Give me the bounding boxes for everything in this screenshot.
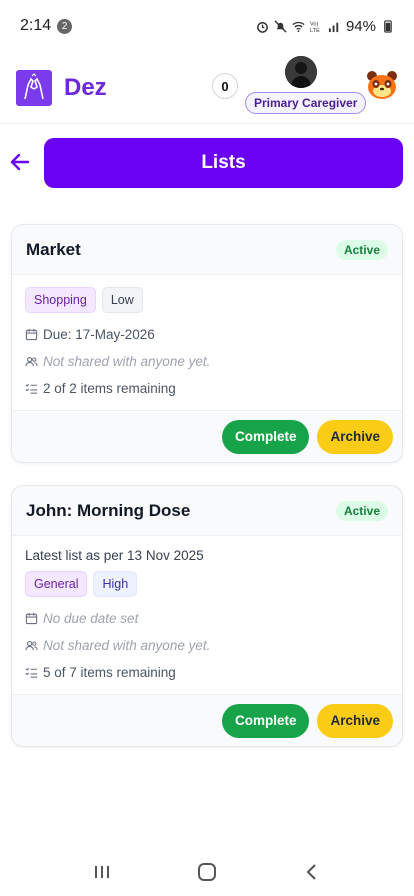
battery-level: 94% bbox=[345, 17, 376, 35]
card-header: John: Morning Dose Active bbox=[12, 486, 402, 536]
list-card-john-morning-dose[interactable]: John: Morning Dose Active Latest list as… bbox=[11, 485, 403, 747]
users-icon bbox=[25, 641, 38, 651]
due-date-row: Due: 17-May-2026 bbox=[25, 321, 389, 348]
card-subtitle: Latest list as per 13 Nov 2025 bbox=[25, 548, 204, 563]
complete-button[interactable]: Complete bbox=[221, 419, 310, 454]
sharing-status: Not shared with anyone yet. bbox=[43, 354, 211, 369]
due-date: Due: 17-May-2026 bbox=[43, 327, 155, 342]
priority-tag: Low bbox=[101, 287, 143, 313]
list-card-market[interactable]: Market Active Shopping Low Due: 17-May-2… bbox=[11, 224, 403, 463]
status-badge: Active bbox=[335, 500, 388, 521]
card-title: John: Morning Dose bbox=[26, 500, 191, 520]
status-bar: 2:14 2 Vo) LTE 94% bbox=[0, 0, 414, 52]
card-actions: Complete Archive bbox=[12, 694, 402, 746]
tag-list: Shopping Low bbox=[25, 287, 389, 313]
volte-icon: Vo)LTE bbox=[310, 21, 320, 33]
category-tag: General bbox=[25, 571, 88, 597]
svg-text:LTE: LTE bbox=[310, 28, 320, 33]
user-avatar[interactable] bbox=[285, 56, 317, 88]
items-remaining: 5 of 7 items remaining bbox=[43, 665, 176, 680]
archive-button[interactable]: Archive bbox=[317, 419, 393, 454]
users-icon bbox=[25, 357, 38, 367]
checklist-icon bbox=[25, 667, 38, 678]
app-name: Dez bbox=[64, 73, 107, 101]
sharing-row: Not shared with anyone yet. bbox=[25, 348, 389, 375]
sharing-status: Not shared with anyone yet. bbox=[43, 638, 211, 653]
card-title: Market bbox=[26, 239, 81, 259]
card-body: Latest list as per 13 Nov 2025 General H… bbox=[12, 536, 402, 686]
calendar-icon bbox=[25, 328, 38, 341]
card-actions: Complete Archive bbox=[12, 410, 402, 462]
app-logo[interactable] bbox=[16, 69, 52, 106]
notification-count: 2 bbox=[57, 18, 73, 34]
card-body: Shopping Low Due: 17-May-2026 Not shared… bbox=[12, 275, 402, 402]
alarm-icon bbox=[257, 21, 268, 33]
app-header: Dez 0 Primary Caregiver bbox=[0, 52, 414, 124]
checklist-icon bbox=[25, 383, 38, 394]
card-header: Market Active bbox=[12, 225, 402, 275]
avatar-photo bbox=[285, 56, 317, 88]
role-badge[interactable]: Primary Caregiver bbox=[245, 92, 367, 114]
mute-icon bbox=[274, 19, 287, 33]
category-tag: Shopping bbox=[25, 287, 96, 313]
signal-icon bbox=[328, 22, 339, 32]
system-nav-bar bbox=[0, 848, 414, 896]
page-title: Lists bbox=[44, 138, 403, 188]
priority-tag: High bbox=[93, 571, 138, 597]
wifi-icon bbox=[292, 21, 305, 32]
status-badge: Active bbox=[335, 239, 388, 260]
svg-text:Vo): Vo) bbox=[310, 21, 318, 27]
archive-button[interactable]: Archive bbox=[317, 703, 393, 738]
status-time: 2:14 bbox=[20, 17, 52, 34]
status-icons: Vo) LTE 94% bbox=[256, 18, 394, 35]
notification-badge[interactable]: 0 bbox=[212, 73, 238, 99]
calendar-icon bbox=[25, 612, 38, 625]
back-arrow-icon[interactable] bbox=[8, 150, 32, 174]
high-five-icon bbox=[24, 72, 44, 99]
title-row: Lists bbox=[0, 138, 414, 188]
back-icon[interactable] bbox=[300, 860, 324, 884]
panda-mascot-icon[interactable] bbox=[365, 68, 399, 102]
recents-icon[interactable] bbox=[90, 860, 114, 884]
home-icon[interactable] bbox=[195, 860, 219, 884]
items-remaining-row: 2 of 2 items remaining bbox=[25, 375, 389, 402]
tag-list: General High bbox=[25, 571, 389, 597]
battery-icon bbox=[384, 19, 392, 33]
due-date: No due date set bbox=[43, 611, 139, 626]
items-remaining-row: 5 of 7 items remaining bbox=[25, 659, 389, 686]
sharing-row: Not shared with anyone yet. bbox=[25, 632, 389, 659]
complete-button[interactable]: Complete bbox=[221, 703, 310, 738]
items-remaining: 2 of 2 items remaining bbox=[43, 381, 176, 396]
due-date-row: No due date set bbox=[25, 605, 389, 632]
